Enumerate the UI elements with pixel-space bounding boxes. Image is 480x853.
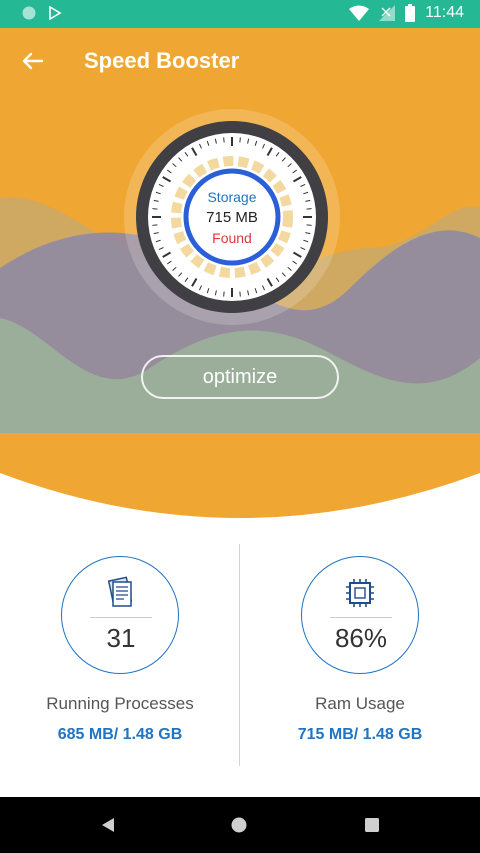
processes-memory: 685 MB/ 1.48 GB: [57, 726, 183, 743]
play-store-icon: [49, 6, 62, 20]
signal-icon: [379, 5, 396, 21]
status-time: 11:44: [425, 4, 464, 21]
running-processes-stat: 31 Running Processes 685 MB/ 1.48 GB: [0, 556, 240, 744]
ram-percent: 86%: [334, 623, 388, 653]
wifi-icon: [349, 5, 370, 21]
home-circle-icon[interactable]: [229, 815, 249, 835]
gauge-value: 715 MB: [206, 208, 258, 226]
gauge-label-storage: Storage: [207, 188, 257, 205]
ram-usage-stat: 86% Ram Usage 715 MB/ 1.48 GB: [240, 556, 480, 744]
status-bar: 11:44: [0, 0, 480, 28]
document-list-icon: [107, 576, 133, 607]
optimize-button[interactable]: optimize: [141, 355, 339, 399]
cpu-chip-icon: [346, 579, 374, 607]
battery-icon: [405, 4, 416, 22]
ram-memory: 715 MB/ 1.48 GB: [297, 726, 423, 743]
processes-circle: 31: [61, 556, 179, 674]
ram-circle: 86%: [301, 556, 419, 674]
navigation-bar: [0, 797, 480, 853]
ram-label: Ram Usage: [315, 694, 405, 713]
stats-section: 31 Running Processes 685 MB/ 1.48 GB 86%…: [0, 530, 480, 790]
recents-square-icon[interactable]: [362, 815, 382, 835]
gauge-label-found: Found: [212, 229, 252, 246]
app-bar: Speed Booster: [0, 28, 480, 92]
circle-notification-icon: [22, 6, 36, 20]
back-button[interactable]: [18, 46, 48, 76]
storage-gauge: Storage 715 MB Found: [123, 108, 341, 326]
arrow-left-icon: [22, 52, 44, 70]
hero-panel: Speed Booster Storage 715 MB Found optim…: [0, 28, 480, 522]
back-triangle-icon[interactable]: [98, 815, 118, 835]
processes-count: 31: [106, 623, 136, 653]
processes-label: Running Processes: [46, 694, 194, 713]
page-title: Speed Booster: [84, 48, 240, 73]
